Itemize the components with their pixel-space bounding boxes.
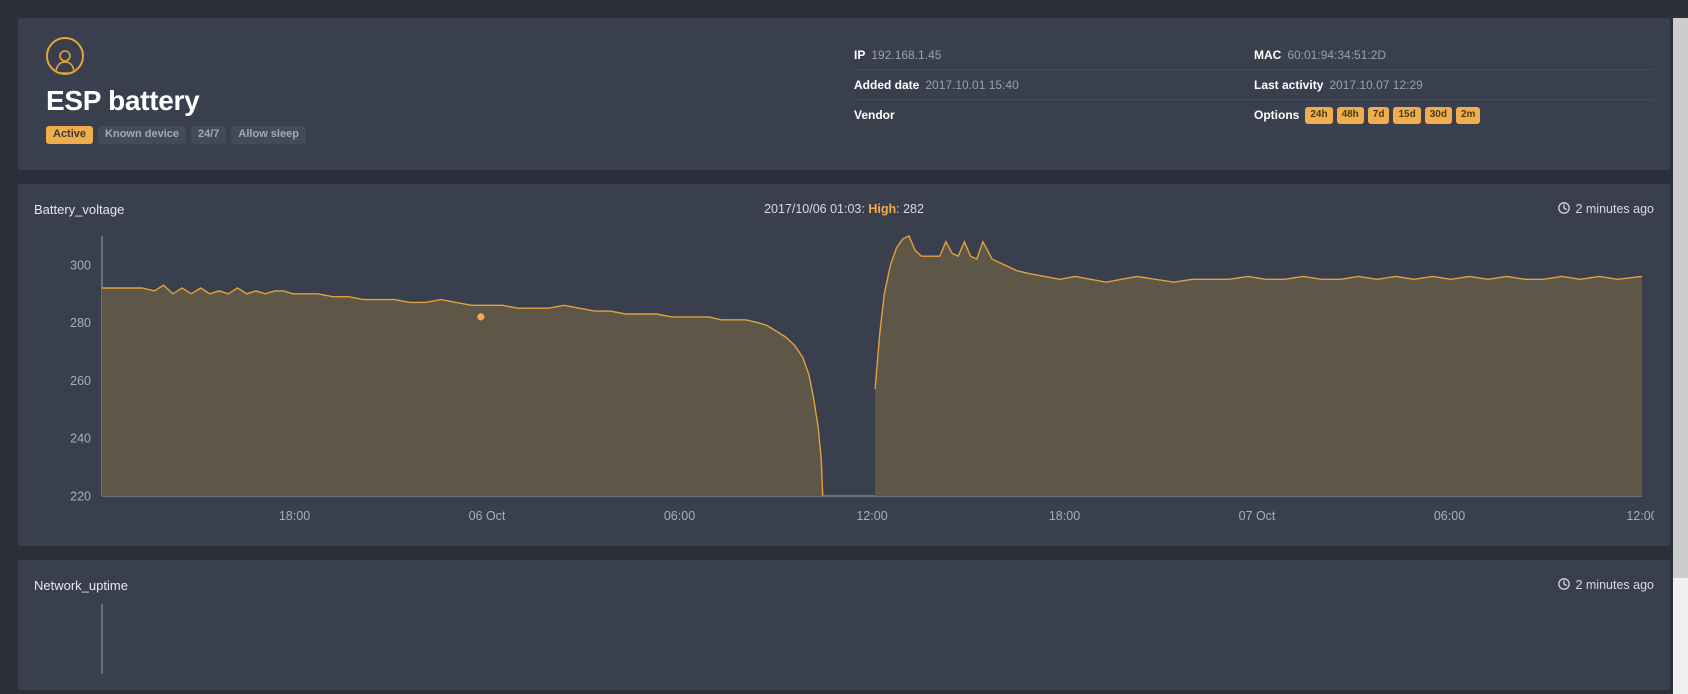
info-value-added-date: 2017.10.01 15:40 [925, 77, 1019, 92]
device-badge-row: Active Known device 24/7 Allow sleep [46, 126, 854, 144]
svg-text:300: 300 [70, 258, 91, 272]
time-range-options: 24h 48h 7d 15d 30d 2m [1305, 106, 1481, 124]
device-info-grid: IP 192.168.1.45 MAC 60:01:94:34:51:2D Ad… [854, 32, 1654, 170]
scrollbar-thumb[interactable] [1673, 18, 1688, 578]
tooltip-series-key: High [868, 202, 897, 216]
info-label-added-date: Added date [854, 77, 920, 92]
network-uptime-panel: Network_uptime 2 minutes ago [18, 560, 1670, 690]
dashboard-page: ESP battery Active Known device 24/7 All… [0, 18, 1688, 694]
status-badge-schedule[interactable]: 24/7 [191, 126, 227, 144]
tooltip-value: 282 [903, 202, 924, 216]
info-cell-options: Options 24h 48h 7d 15d 30d 2m [1254, 106, 1654, 124]
info-label-last-activity: Last activity [1254, 77, 1324, 92]
info-value-ip: 192.168.1.45 [871, 47, 942, 62]
svg-text:06:00: 06:00 [1434, 509, 1465, 523]
page-title: ESP battery [46, 85, 200, 116]
range-option-7d[interactable]: 7d [1367, 106, 1390, 124]
svg-text:07 Oct: 07 Oct [1239, 509, 1276, 523]
battery-voltage-header: Battery_voltage 2017/10/06 01:03: High: … [34, 198, 1654, 220]
svg-text:06 Oct: 06 Oct [469, 509, 506, 523]
network-uptime-plot[interactable] [34, 604, 1654, 679]
svg-text:12:00: 12:00 [1626, 509, 1654, 523]
svg-text:12:00: 12:00 [856, 509, 887, 523]
user-avatar-icon [46, 37, 84, 75]
info-cell-mac: MAC 60:01:94:34:51:2D [1254, 48, 1654, 62]
network-uptime-timestamp-text: 2 minutes ago [1575, 578, 1654, 592]
info-cell-ip: IP 192.168.1.45 [854, 48, 1254, 62]
status-badge-allow-sleep[interactable]: Allow sleep [231, 126, 306, 144]
svg-text:18:00: 18:00 [279, 509, 310, 523]
tooltip-time: 2017/10/06 01:03: [764, 202, 869, 216]
svg-text:18:00: 18:00 [1049, 509, 1080, 523]
info-cell-vendor: Vendor [854, 108, 1254, 122]
range-option-48h[interactable]: 48h [1336, 106, 1364, 124]
range-option-30d[interactable]: 30d [1424, 106, 1452, 124]
info-value-last-activity: 2017.10.07 12:29 [1329, 77, 1423, 92]
info-cell-last-activity: Last activity 2017.10.07 12:29 [1254, 78, 1654, 92]
info-row-vendor-options: Vendor Options 24h 48h 7d 15d 30d 2m [854, 100, 1654, 130]
battery-voltage-panel: Battery_voltage 2017/10/06 01:03: High: … [18, 184, 1670, 546]
battery-voltage-timestamp-text: 2 minutes ago [1575, 202, 1654, 216]
svg-text:260: 260 [70, 374, 91, 388]
network-uptime-timestamp: 2 minutes ago [1558, 577, 1654, 593]
battery-voltage-plot[interactable]: 220 240 260 280 300 18:00 06 Oct 06:00 12:00 18:0… [34, 228, 1658, 543]
range-option-2m[interactable]: 2m [1455, 106, 1481, 124]
battery-voltage-timestamp: 2 minutes ago [1558, 201, 1654, 217]
status-badge-active[interactable]: Active [46, 126, 94, 144]
info-label-vendor: Vendor [854, 108, 895, 122]
range-option-15d[interactable]: 15d [1393, 106, 1421, 124]
range-option-24h[interactable]: 24h [1305, 106, 1333, 124]
clock-icon [1558, 201, 1571, 217]
clock-icon [1558, 577, 1571, 593]
network-uptime-header: Network_uptime 2 minutes ago [34, 574, 1654, 596]
svg-text:240: 240 [70, 432, 91, 446]
device-identity: ESP battery Active Known device 24/7 All… [34, 32, 854, 170]
page-scrollbar[interactable] [1673, 18, 1688, 694]
chart-hover-tooltip: 2017/10/06 01:03: High: 282 [34, 202, 1654, 216]
info-value-mac: 60:01:94:34:51:2D [1287, 47, 1387, 62]
chart-title-network-uptime: Network_uptime [34, 577, 128, 593]
info-cell-added-date: Added date 2017.10.01 15:40 [854, 78, 1254, 92]
info-label-ip: IP [854, 47, 866, 62]
info-label-options: Options [1254, 108, 1300, 122]
info-row-network: IP 192.168.1.45 MAC 60:01:94:34:51:2D [854, 40, 1654, 70]
status-badge-known-device[interactable]: Known device [98, 126, 186, 144]
svg-text:280: 280 [70, 316, 91, 330]
device-header-panel: ESP battery Active Known device 24/7 All… [18, 18, 1670, 170]
svg-text:220: 220 [70, 490, 91, 504]
info-label-mac: MAC [1254, 47, 1282, 62]
info-row-dates: Added date 2017.10.01 15:40 Last activit… [854, 70, 1654, 100]
svg-text:06:00: 06:00 [664, 509, 695, 523]
